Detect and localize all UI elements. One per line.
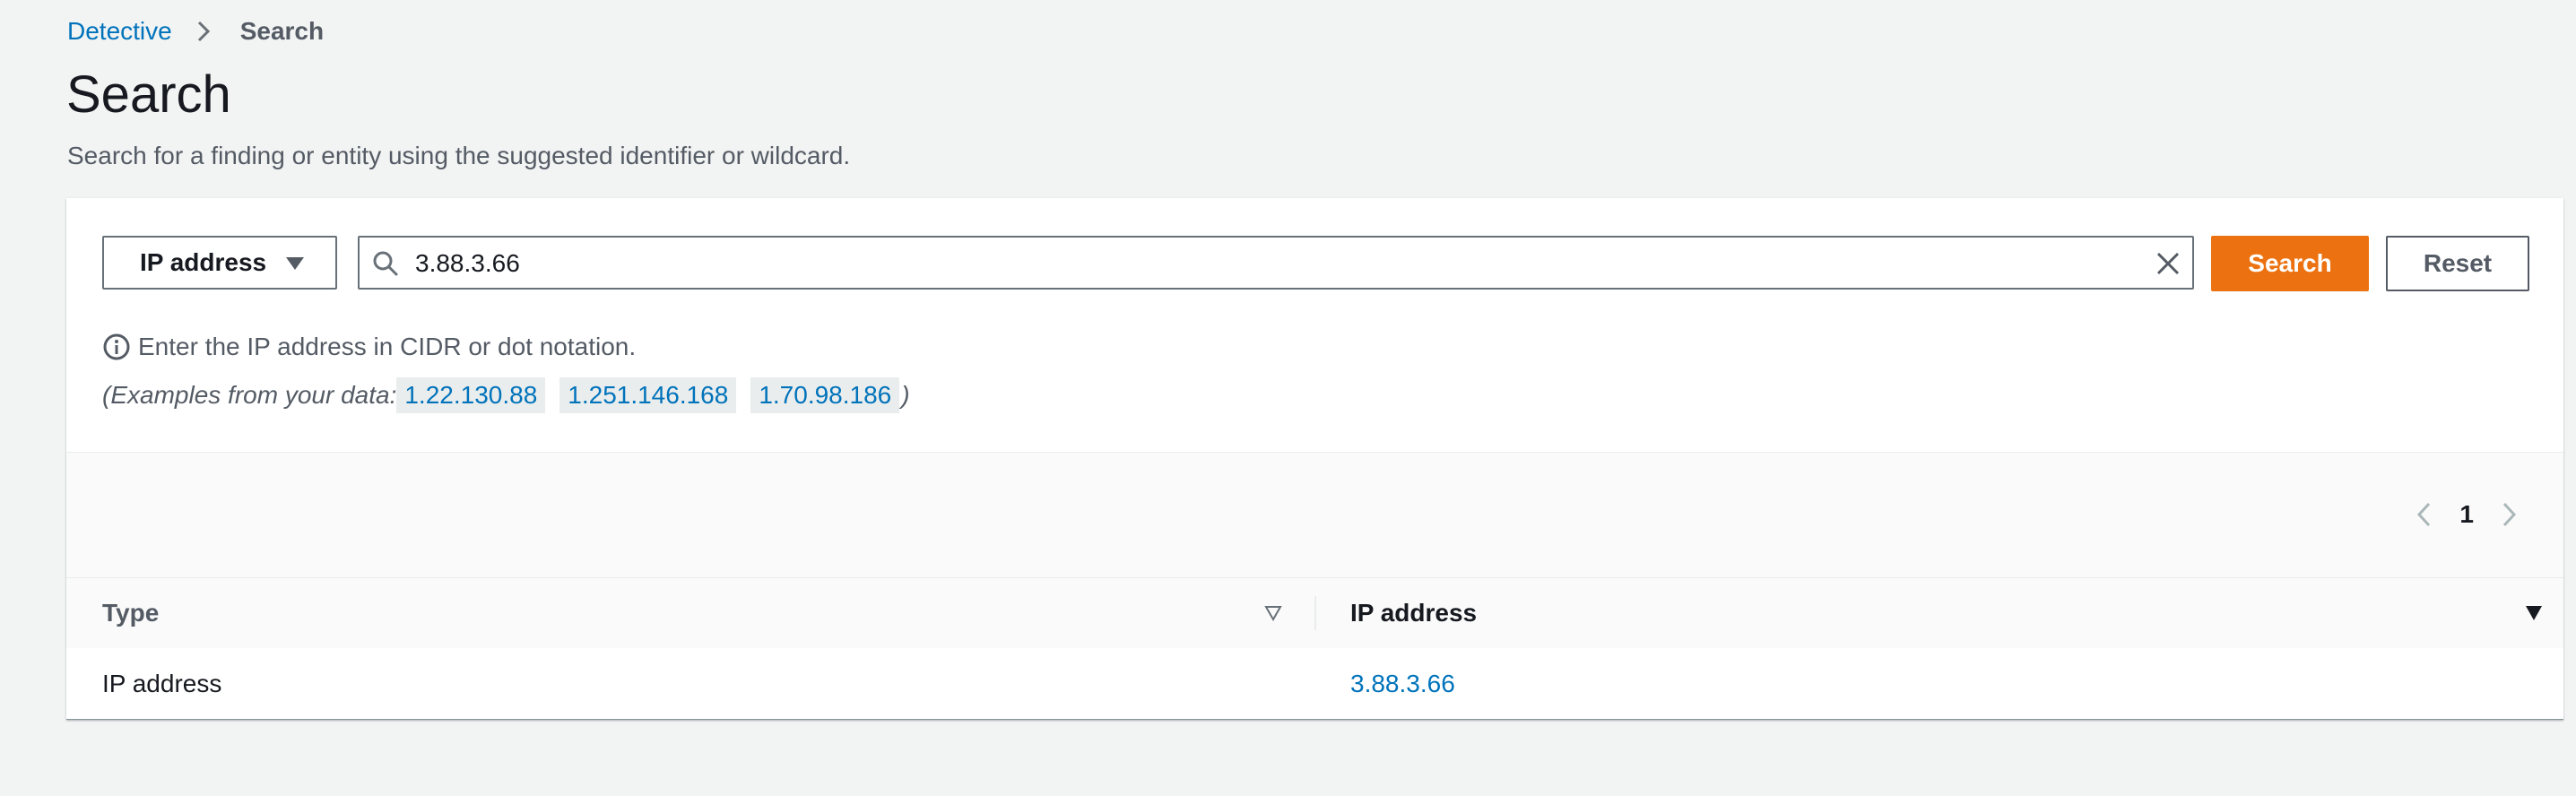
search-hint: Enter the IP address in CIDR or dot nota… [102, 333, 636, 361]
search-input[interactable] [413, 245, 2121, 282]
example-chip[interactable]: 1.22.130.88 [396, 377, 546, 413]
examples-suffix: ) [901, 381, 910, 409]
chevron-right-icon [197, 21, 210, 42]
results-table: 1 Type IP address IP address 3.88.3.66 [66, 452, 2563, 719]
search-panel: IP address Search Reset Ente [66, 198, 2563, 720]
breadcrumb-detective-link[interactable]: Detective [67, 17, 172, 46]
table-row: IP address 3.88.3.66 [66, 648, 2563, 719]
sort-down-outline-icon[interactable] [1264, 605, 1282, 621]
sort-down-icon[interactable] [2525, 605, 2543, 621]
example-chip[interactable]: 1.70.98.186 [750, 377, 900, 413]
page-description: Search for a finding or entity using the… [67, 142, 851, 169]
column-divider[interactable] [1314, 596, 1316, 630]
examples-prefix: (Examples from your data: [102, 381, 397, 409]
search-icon [373, 251, 398, 276]
caret-down-icon [286, 257, 304, 270]
breadcrumb: Detective Search [67, 16, 324, 47]
close-icon[interactable] [2153, 248, 2183, 279]
search-type-value: IP address [140, 248, 267, 276]
search-area: IP address Search Reset Ente [66, 198, 2563, 452]
cell-ip-address-link[interactable]: 3.88.3.66 [1350, 670, 1455, 698]
search-input-container [358, 236, 2194, 290]
pagination: 1 [2413, 499, 2520, 530]
table-header: Type IP address [66, 577, 2563, 649]
page-number[interactable]: 1 [2459, 500, 2474, 529]
search-examples: (Examples from your data: 1.22.130.88 1.… [102, 377, 910, 413]
search-hint-text: Enter the IP address in CIDR or dot nota… [138, 333, 637, 360]
chevron-left-icon[interactable] [2413, 499, 2436, 530]
chevron-right-icon[interactable] [2497, 499, 2520, 530]
column-header-ip-address[interactable]: IP address [1350, 599, 1477, 627]
info-icon [103, 333, 130, 360]
reset-button[interactable]: Reset [2386, 236, 2529, 291]
breadcrumb-current: Search [239, 17, 325, 45]
page-title: Search [66, 65, 231, 124]
column-header-type[interactable]: Type [102, 599, 159, 627]
cell-type: IP address [102, 670, 222, 697]
search-button[interactable]: Search [2211, 236, 2369, 291]
search-type-select[interactable]: IP address [102, 236, 337, 290]
example-chip[interactable]: 1.251.146.168 [559, 377, 737, 413]
